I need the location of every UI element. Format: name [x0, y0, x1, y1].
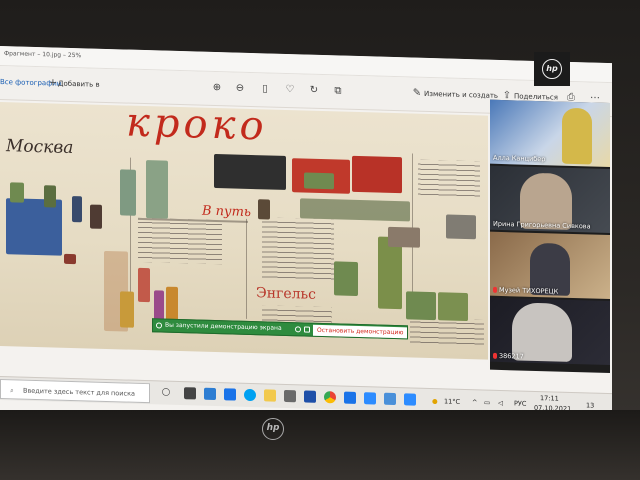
word-app-icon[interactable]: [304, 390, 316, 403]
drawn-figure: [146, 160, 168, 219]
stop-share-button[interactable]: Остановить демонстрацию: [313, 324, 407, 339]
drawn-soldiers: [304, 172, 334, 190]
explorer-app-icon[interactable]: [264, 389, 276, 402]
hp-overlay-badge: hp: [534, 52, 570, 86]
network-icon[interactable]: ▭: [484, 399, 490, 407]
share-indicator-icon: [156, 322, 162, 329]
calendar-app-icon[interactable]: [284, 389, 296, 403]
drawn-figure: [438, 292, 468, 322]
participant-tile[interactable]: Музей ТИХОРЕЦК: [490, 231, 610, 300]
drawn-figure: [166, 286, 178, 321]
laptop-bezel: [0, 410, 640, 480]
share-options-icon[interactable]: [304, 326, 310, 333]
poster-handwriting: [138, 217, 222, 265]
weather-text[interactable]: 11°C: [444, 397, 460, 405]
participant-name: Музей ТИХОРЕЦК: [493, 286, 558, 296]
poster-handwriting: [262, 217, 334, 282]
drawn-figure: [406, 291, 436, 321]
engels-label: Энгельс: [256, 285, 317, 303]
edge-app-icon[interactable]: [224, 388, 236, 401]
moskva-label: Москва: [6, 136, 74, 159]
drawn-figure: [90, 204, 102, 229]
taskbar-search[interactable]: ⌕ Введите здесь текст для поиска: [0, 379, 150, 404]
clock-time[interactable]: 17:11: [540, 394, 559, 403]
task-view-app-icon[interactable]: [184, 387, 196, 400]
laptop-hp-logo: hp: [262, 418, 284, 440]
zoom-app-icon[interactable]: [364, 392, 376, 405]
participant-name: Ирина Григорьевна Сивкова: [493, 219, 591, 231]
task-view-icon[interactable]: ○: [160, 386, 172, 398]
edit-create-button[interactable]: Изменить и создать: [424, 90, 498, 100]
drawn-figure: [72, 196, 82, 223]
search-icon: ⌕: [10, 386, 14, 395]
heart-icon[interactable]: ♡: [283, 83, 297, 97]
window-title: Фрагмент – 10.jpg – 25%: [4, 50, 82, 60]
participant-tile[interactable]: 386217: [490, 297, 610, 366]
photos-app-icon[interactable]: [344, 391, 356, 404]
v-put-label: В путь: [202, 203, 252, 221]
photographed-laptop: Фрагмент – 10.jpg – 25% Все фотографии +…: [0, 0, 640, 480]
skype-app-icon[interactable]: [244, 388, 256, 402]
rotate-icon[interactable]: ↻: [307, 84, 321, 98]
hp-logo-icon: hp: [542, 59, 562, 79]
participant-tile[interactable]: Ирина Григорьевна Сивкова: [490, 165, 610, 234]
drawn-figure: [388, 226, 420, 248]
participant-tile[interactable]: Алла Канцибер: [490, 99, 610, 168]
drawn-divider: [246, 218, 247, 319]
language-indicator[interactable]: РУС: [514, 399, 526, 407]
participant-name: 386217: [493, 352, 524, 361]
drawn-soldier: [334, 261, 358, 296]
mail-app-icon[interactable]: [204, 387, 216, 401]
zoom-out-icon[interactable]: ⊖: [233, 82, 247, 96]
volume-icon[interactable]: ◁: [498, 399, 503, 407]
pause-share-icon[interactable]: [295, 326, 301, 333]
notifications-count[interactable]: 13: [586, 401, 594, 409]
zoom-in-icon[interactable]: ⊕: [210, 81, 224, 95]
tray-chevron-icon[interactable]: ^: [472, 398, 477, 406]
video-participants-panel: Алла Канцибер Ирина Григорьевна Сивкова …: [490, 99, 610, 374]
drawn-soldier: [378, 236, 402, 310]
drawn-figure: [64, 253, 76, 265]
poster-handwriting: [410, 317, 484, 346]
chrome-app-icon[interactable]: [324, 391, 336, 404]
delete-icon[interactable]: ▯: [258, 82, 272, 96]
participant-name-text: 386217: [499, 351, 524, 361]
zoom-meeting-app-icon[interactable]: [404, 393, 416, 406]
poster-heading: кроко: [126, 102, 268, 150]
drawn-wagon: [352, 155, 402, 194]
crop-icon[interactable]: ⧉: [331, 84, 345, 98]
drawn-figure: [44, 185, 56, 208]
edit-icon[interactable]: ✎: [410, 86, 424, 100]
weather-icon[interactable]: ●: [432, 397, 438, 405]
drawn-figure: [138, 267, 150, 303]
drawn-figure: [10, 182, 24, 203]
app-icon[interactable]: [384, 392, 396, 406]
muted-mic-icon: [493, 286, 497, 293]
share-status-text: Вы запустили демонстрацию экрана: [165, 321, 282, 332]
drawn-figure: [120, 291, 134, 328]
drawn-figures: [446, 214, 476, 240]
participant-name-text: Музей ТИХОРЕЦК: [499, 285, 559, 296]
drawn-figure: [120, 169, 136, 216]
participant-video: [562, 107, 592, 165]
add-to-album-button[interactable]: Добавить в: [58, 80, 100, 89]
muted-mic-icon: [493, 352, 497, 359]
poster-handwriting: [418, 159, 480, 198]
participant-name: Алла Канцибер: [493, 153, 546, 164]
drawn-locomotive: [214, 153, 286, 190]
laptop-screen: Фрагмент – 10.jpg – 25% Все фотографии +…: [0, 46, 612, 440]
search-placeholder: Введите здесь текст для поиска: [23, 386, 135, 398]
